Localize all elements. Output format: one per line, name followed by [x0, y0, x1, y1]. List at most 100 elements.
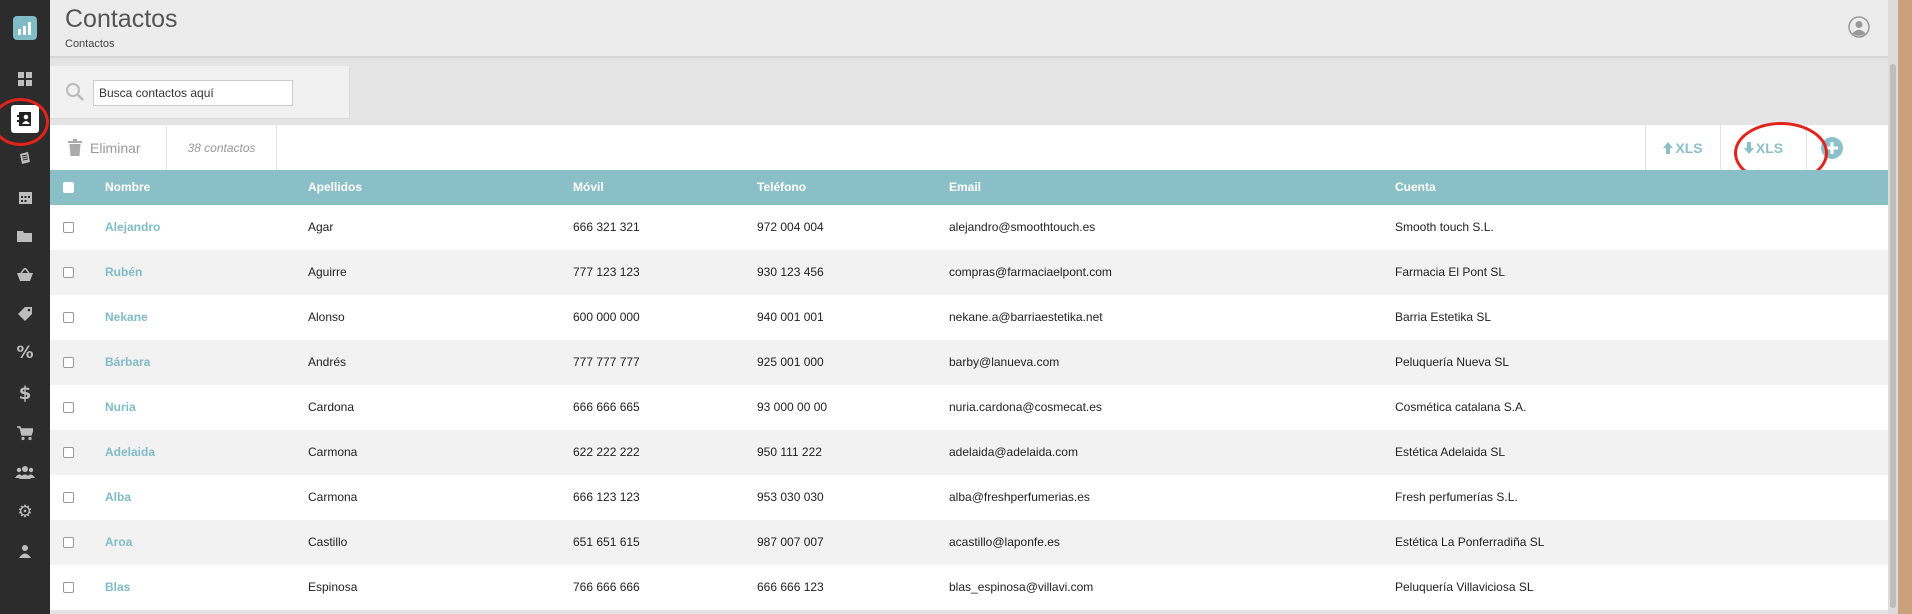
dashboard-icon[interactable] [13, 67, 37, 91]
contact-account: Cosmética catalana S.A. [1395, 400, 1527, 414]
user-icon[interactable] [13, 539, 37, 563]
vertical-scrollbar[interactable] [1888, 0, 1898, 614]
delete-button[interactable]: Eliminar [50, 125, 167, 170]
contact-email: compras@farmaciaelpont.com [949, 265, 1112, 279]
contact-mobile: 666 321 321 [573, 220, 640, 234]
table-row[interactable]: Nekane Alonso 600 000 000 940 001 001 ne… [50, 295, 1888, 340]
folder-icon[interactable] [13, 224, 37, 248]
contact-name-link[interactable]: Bárbara [105, 340, 150, 385]
contact-mobile: 651 651 615 [573, 535, 640, 549]
contact-phone: 987 007 007 [757, 535, 824, 549]
contact-mobile: 666 666 665 [573, 400, 640, 414]
contact-mobile: 777 777 777 [573, 355, 640, 369]
row-checkbox[interactable] [63, 582, 74, 593]
contact-account: Estética La Ponferradiña SL [1395, 535, 1545, 549]
contact-phone: 93 000 00 00 [757, 400, 828, 414]
user-avatar-icon[interactable] [1848, 16, 1870, 38]
row-checkbox[interactable] [63, 447, 74, 458]
contact-surname: Espinosa [308, 580, 358, 594]
contact-email: blas_espinosa@villavi.com [949, 580, 1094, 594]
column-header-email[interactable]: Email [949, 170, 981, 205]
contact-surname: Agar [308, 220, 334, 234]
contact-name-link[interactable]: Adelaida [105, 430, 155, 475]
table-row[interactable]: Blas Espinosa 766 666 666 666 666 123 bl… [50, 565, 1888, 610]
plus-circle-icon [1821, 136, 1843, 159]
contact-account: Barria Estetika SL [1395, 310, 1492, 324]
contact-account: Peluquería Villaviciosa SL [1395, 580, 1534, 594]
basket-icon[interactable] [13, 263, 37, 287]
contact-name-link[interactable]: Alba [105, 475, 131, 520]
select-all-checkbox[interactable] [63, 182, 74, 193]
row-checkbox[interactable] [63, 492, 74, 503]
row-checkbox[interactable] [63, 222, 74, 233]
scrollbar-thumb[interactable] [1890, 64, 1896, 608]
contact-surname: Aguirre [308, 265, 347, 279]
contact-email: acastillo@laponfe.es [949, 535, 1060, 549]
contacts-icon[interactable] [13, 107, 37, 131]
upload-arrow-icon [1663, 141, 1674, 154]
search-input[interactable] [93, 80, 293, 106]
contact-name-link[interactable]: Nuria [105, 385, 136, 430]
cart-icon[interactable] [13, 421, 37, 445]
contact-email: nuria.cardona@cosmecat.es [949, 400, 1102, 414]
sidebar: % $ ⚙ [0, 0, 50, 614]
table-row[interactable]: Nuria Cardona 666 666 665 93 000 00 00 n… [50, 385, 1888, 430]
column-header-nombre[interactable]: Nombre [105, 170, 150, 205]
contact-account: Peluquería Nueva SL [1395, 355, 1510, 369]
export-xls-button[interactable]: XLS [1721, 125, 1807, 170]
table-row[interactable]: Aroa Castillo 651 651 615 987 007 007 ac… [50, 520, 1888, 565]
notes-icon[interactable] [13, 146, 37, 170]
row-checkbox[interactable] [63, 357, 74, 368]
table-row[interactable]: Rubén Aguirre 777 123 123 930 123 456 co… [50, 250, 1888, 295]
download-arrow-icon [1743, 141, 1754, 154]
contact-name-link[interactable]: Blas [105, 565, 130, 610]
search-panel [50, 66, 350, 119]
contact-surname: Andrés [308, 355, 347, 369]
breadcrumb[interactable]: Contactos [65, 38, 115, 50]
column-header-apellidos[interactable]: Apellidos [308, 170, 362, 205]
percent-icon[interactable]: % [13, 341, 37, 365]
contact-name-link[interactable]: Alejandro [105, 205, 160, 250]
column-header-movil[interactable]: Móvil [573, 170, 604, 205]
calendar-icon[interactable] [13, 185, 37, 209]
tag-icon[interactable] [13, 302, 37, 326]
add-contact-button[interactable] [1807, 125, 1857, 170]
row-checkbox[interactable] [63, 402, 74, 413]
row-checkbox[interactable] [63, 267, 74, 278]
contact-phone: 972 004 004 [757, 220, 824, 234]
users-icon[interactable] [13, 460, 37, 484]
contact-phone: 666 666 123 [757, 580, 824, 594]
toolbar: Eliminar 38 contactos XLS XLS [50, 125, 1888, 170]
contact-phone: 950 111 222 [757, 445, 822, 459]
import-xls-button[interactable]: XLS [1645, 125, 1721, 170]
column-header-cuenta[interactable]: Cuenta [1395, 170, 1436, 205]
dollar-icon[interactable]: $ [13, 381, 37, 405]
row-checkbox[interactable] [63, 537, 74, 548]
contact-surname: Alonso [308, 310, 345, 324]
contact-name-link[interactable]: Aroa [105, 520, 132, 565]
window-edge [1898, 0, 1912, 614]
page-header: Contactos Contactos [50, 0, 1888, 58]
app-logo-icon[interactable] [13, 16, 37, 40]
contact-phone: 953 030 030 [757, 490, 824, 504]
contact-surname: Castillo [308, 535, 348, 549]
row-checkbox[interactable] [63, 312, 74, 323]
contact-phone: 925 001 000 [757, 355, 824, 369]
contact-account: Farmacia El Pont SL [1395, 265, 1506, 279]
table-row[interactable]: Adelaida Carmona 622 222 222 950 111 222… [50, 430, 1888, 475]
contact-mobile: 766 666 666 [573, 580, 640, 594]
export-xls-label: XLS [1755, 139, 1784, 156]
table-row[interactable]: Alejandro Agar 666 321 321 972 004 004 a… [50, 205, 1888, 250]
contact-name-link[interactable]: Nekane [105, 295, 148, 340]
contact-name-link[interactable]: Rubén [105, 250, 142, 295]
table-row[interactable]: Alba Carmona 666 123 123 953 030 030 alb… [50, 475, 1888, 520]
contact-email: alba@freshperfumerias.es [949, 490, 1090, 504]
contact-phone: 940 001 001 [757, 310, 824, 324]
contact-mobile: 600 000 000 [573, 310, 640, 324]
gear-icon[interactable]: ⚙ [13, 500, 37, 524]
table-row[interactable]: Bárbara Andrés 777 777 777 925 001 000 b… [50, 340, 1888, 385]
trash-icon [68, 139, 82, 156]
column-header-telefono[interactable]: Teléfono [757, 170, 806, 205]
contacts-count: 38 contactos [167, 125, 277, 170]
contact-mobile: 622 222 222 [573, 445, 640, 459]
